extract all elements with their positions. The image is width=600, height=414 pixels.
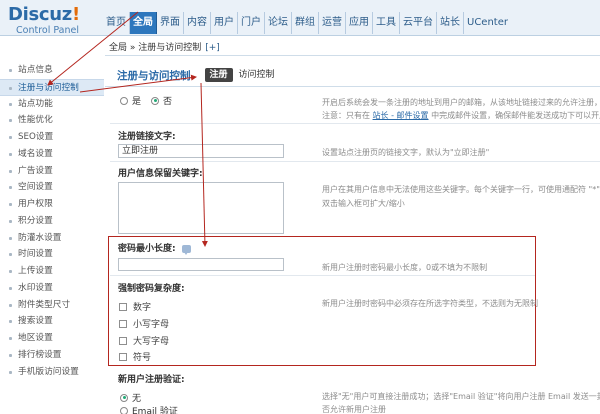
checkbox[interactable] <box>119 352 127 361</box>
nav-item[interactable]: UCenter <box>464 12 511 34</box>
register-open-options: 是 否 <box>120 94 182 107</box>
checkbox-symbols[interactable]: 符号 <box>119 350 151 363</box>
checkbox-label: 符号 <box>133 353 152 363</box>
sidebar-item[interactable]: 时间设置 <box>0 246 104 263</box>
register-link-description: 设置站点注册页的链接文字，默认为"立即注册" <box>322 148 490 157</box>
verify-option-none[interactable]: 无 <box>120 391 151 404</box>
tab-register[interactable]: 注册 <box>204 68 233 82</box>
nav-item[interactable]: 首页 <box>103 12 130 34</box>
sidebar-item[interactable]: 用户权限 <box>0 196 104 213</box>
nav-item[interactable]: 论坛 <box>265 12 292 34</box>
checkbox-lowercase[interactable]: 小写字母 <box>119 317 169 330</box>
reserved-keywords-description: 用户在其用户信息中无法使用这些关键字。每个关键字一行，可使用通配符 "*" 如 <box>322 185 600 194</box>
note-suffix: 中完成邮件设置，确保邮件能发送成功下可以开启 <box>428 111 600 120</box>
radio-no-label: 否 <box>163 97 173 107</box>
breadcrumb-add-button[interactable]: [+] <box>205 43 220 53</box>
nav-item[interactable]: 用户 <box>211 12 238 34</box>
sidebar-item[interactable]: 性能优化 <box>0 112 104 129</box>
sidebar-item[interactable]: 空间设置 <box>0 179 104 196</box>
checkbox[interactable] <box>119 319 127 328</box>
nav-item[interactable]: 运营 <box>319 12 346 34</box>
checkbox-label: 大写字母 <box>133 337 170 347</box>
sidebar-item[interactable]: SEO设置 <box>0 129 104 146</box>
nav-item[interactable]: 群组 <box>292 12 319 34</box>
radio-no[interactable] <box>151 96 160 105</box>
register-open-note: 注意：只有在 站长 - 邮件设置 中完成邮件设置，确保邮件能发送成功下可以开启 <box>322 110 600 121</box>
nav-item[interactable]: 门户 <box>238 12 265 34</box>
sidebar-item[interactable]: 附件类型尺寸 <box>0 297 104 314</box>
top-nav: 首页 全局 界面 内容 用户 门户 论坛 群组 运营 应用 工具 云平台 站长 UCenter <box>103 12 511 34</box>
divider <box>110 123 600 124</box>
radio-yes-label: 是 <box>132 97 142 107</box>
register-verify-label: 新用户注册验证: <box>118 375 185 385</box>
reserved-keywords-hint: 双击输入框可扩大/缩小 <box>322 199 405 208</box>
password-min-length-input[interactable] <box>118 258 284 271</box>
sidebar-item[interactable]: 防灌水设置 <box>0 230 104 247</box>
password-complexity-label: 强制密码复杂度: <box>118 284 185 294</box>
nav-item[interactable]: 界面 <box>157 12 184 34</box>
password-min-length-label: 密码最小长度: <box>118 241 191 255</box>
header: Discuz! Control Panel 首页 全局 界面 内容 用户 门户 论坛 群组 运营… <box>0 0 600 36</box>
logo[interactable]: Discuz! Control Panel <box>6 4 101 36</box>
checkbox[interactable] <box>119 302 127 311</box>
logo-bang: ! <box>72 4 80 25</box>
logo-text: Discuz <box>8 4 72 25</box>
checkbox[interactable] <box>119 336 127 345</box>
logo-subtitle: Control Panel <box>16 25 79 36</box>
radio-email-label: Email 验证 <box>132 407 178 414</box>
mail-settings-link[interactable]: 站长 - 邮件设置 <box>373 111 429 120</box>
register-open-description: 开启后系统会发一条注册的地址到用户的邮箱，从该地址链接过来的允许注册，同 <box>322 98 600 107</box>
divider <box>110 161 600 162</box>
register-link-label: 注册链接文字: <box>118 132 176 142</box>
register-verify-hint: 否允许新用户注册 <box>322 405 386 414</box>
sidebar: 站点信息 注册与访问控制 站点功能 性能优化 SEO设置 域名设置 广告设置 空间设置 用户权限… <box>0 62 104 380</box>
reserved-keywords-textarea[interactable] <box>118 182 284 234</box>
sidebar-item[interactable]: 搜索设置 <box>0 313 104 330</box>
nav-item[interactable]: 应用 <box>346 12 373 34</box>
nav-item[interactable]: 工具 <box>373 12 400 34</box>
nav-item[interactable]: 全局 <box>130 12 157 34</box>
sidebar-item[interactable]: 积分设置 <box>0 213 104 230</box>
note-prefix: 注意：只有在 <box>322 111 373 120</box>
checkbox-label: 小写字母 <box>133 320 170 330</box>
sidebar-item[interactable]: 排行榜设置 <box>0 347 104 364</box>
sidebar-item[interactable]: 广告设置 <box>0 163 104 180</box>
sidebar-item[interactable]: 站点信息 <box>0 62 104 79</box>
divider <box>110 275 535 276</box>
password-complexity-description: 新用户注册时密码中必须存在所选字符类型，不选则为无限制 <box>322 299 538 308</box>
tab-access-control[interactable]: 访问控制 <box>237 68 277 82</box>
comment-icon[interactable] <box>181 244 191 255</box>
sidebar-item[interactable]: 站点功能 <box>0 96 104 113</box>
page-header: 注册与访问控制 注册 访问控制 <box>117 67 277 83</box>
radio-none[interactable] <box>120 393 128 402</box>
sidebar-item[interactable]: 注册与访问控制 <box>0 78 104 96</box>
divider <box>105 86 600 87</box>
checkbox-label: 数字 <box>133 303 152 313</box>
sidebar-item[interactable]: 地区设置 <box>0 330 104 347</box>
sidebar-item[interactable]: 上传设置 <box>0 263 104 280</box>
breadcrumb: 全局 » 注册与访问控制 [+] <box>109 40 220 53</box>
checkbox-digits[interactable]: 数字 <box>119 300 151 313</box>
radio-email[interactable] <box>120 406 128 414</box>
divider <box>105 55 600 56</box>
nav-item[interactable]: 云平台 <box>400 12 437 34</box>
breadcrumb-text[interactable]: 全局 » 注册与访问控制 <box>109 43 201 53</box>
reserved-keywords-label: 用户信息保留关键字: <box>118 169 203 179</box>
register-link-input[interactable]: 立即注册 <box>118 144 284 158</box>
radio-none-label: 无 <box>132 394 142 404</box>
radio-yes[interactable] <box>120 96 128 105</box>
sidebar-item[interactable]: 水印设置 <box>0 280 104 297</box>
sidebar-item[interactable]: 手机版访问设置 <box>0 364 104 381</box>
page-title: 注册与访问控制 <box>117 69 191 82</box>
register-verify-description: 选择"无"用户可直接注册成功；选择"Email 验证"将向用户注册 Email … <box>322 392 600 401</box>
sidebar-item[interactable]: 域名设置 <box>0 146 104 163</box>
password-min-length-description: 新用户注册时密码最小长度，0或不填为不限制 <box>322 263 488 272</box>
nav-item[interactable]: 站长 <box>437 12 464 34</box>
nav-item[interactable]: 内容 <box>184 12 211 34</box>
checkbox-uppercase[interactable]: 大写字母 <box>119 334 169 347</box>
verify-option-email[interactable]: Email 验证 <box>120 404 188 414</box>
password-min-length-label-text: 密码最小长度: <box>118 244 176 254</box>
